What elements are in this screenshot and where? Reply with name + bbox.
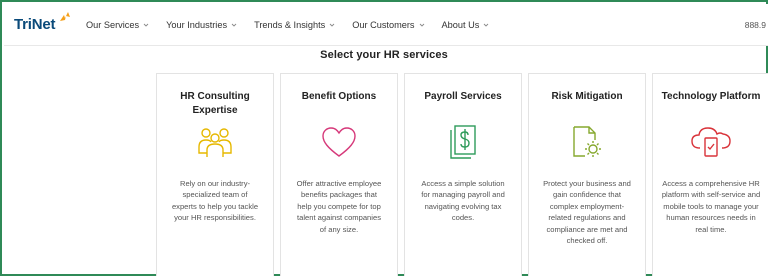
card-title: Payroll Services bbox=[424, 91, 502, 102]
nav-about-us[interactable]: About Us bbox=[442, 20, 490, 30]
card-benefit-options[interactable]: Benefit Options Offer attractive employe… bbox=[280, 73, 398, 276]
nav-label: Our Customers bbox=[352, 19, 415, 30]
chevron-down-icon bbox=[483, 23, 489, 27]
chevron-down-icon bbox=[419, 23, 424, 27]
page-frame: TriNet Our Services Your Industries Tren… bbox=[0, 0, 768, 276]
nav-label: About Us bbox=[441, 19, 480, 30]
nav-label: Trends & Insights bbox=[254, 19, 326, 30]
nav-your-industries[interactable]: Your Industries bbox=[166, 20, 237, 30]
card-icon-wrap bbox=[405, 124, 521, 160]
document-gear-icon bbox=[573, 126, 601, 157]
heart-icon bbox=[322, 127, 356, 157]
trinet-logo[interactable]: TriNet bbox=[14, 11, 78, 37]
logo-text: TriNet bbox=[14, 16, 56, 33]
nav-trends-insights[interactable]: Trends & Insights bbox=[254, 20, 335, 30]
card-icon-wrap bbox=[653, 124, 768, 160]
cloud-device-icon bbox=[691, 127, 731, 157]
top-navigation: TriNet Our Services Your Industries Tren… bbox=[4, 4, 768, 46]
card-title: HR Consulting Expertise bbox=[180, 91, 250, 116]
chevron-down-icon bbox=[329, 23, 335, 27]
card-hr-consulting[interactable]: HR Consulting Expertise Rely on our indu… bbox=[156, 73, 274, 276]
logo-flame-icon bbox=[60, 11, 70, 21]
chevron-down-icon bbox=[143, 23, 149, 27]
section-heading: Select your HR services bbox=[320, 49, 448, 61]
team-icon bbox=[198, 128, 232, 157]
nav-our-customers[interactable]: Our Customers bbox=[352, 20, 424, 30]
card-description: Offer attractive employee benefits packa… bbox=[296, 179, 382, 234]
card-title: Technology Platform bbox=[661, 91, 761, 102]
card-icon-wrap bbox=[281, 124, 397, 160]
phone-number[interactable]: 888.9 bbox=[745, 20, 766, 30]
nav-our-services[interactable]: Our Services bbox=[86, 20, 149, 30]
card-icon-wrap bbox=[529, 124, 645, 160]
card-description: Rely on our industry-specialized team of… bbox=[171, 179, 259, 223]
card-description: Access a comprehensive HR platform with … bbox=[661, 179, 761, 234]
nav-label: Your Industries bbox=[166, 19, 228, 30]
card-icon-wrap bbox=[157, 124, 273, 160]
card-title: Risk Mitigation bbox=[551, 91, 623, 102]
service-cards: HR Consulting Expertise Rely on our indu… bbox=[156, 73, 768, 276]
card-risk-mitigation[interactable]: Risk Mitigation Protect your business an… bbox=[528, 73, 646, 276]
card-payroll-services[interactable]: Payroll Services Access a simple solutio… bbox=[404, 73, 522, 276]
chevron-down-icon bbox=[231, 23, 237, 27]
nav-label: Our Services bbox=[86, 19, 140, 30]
main-nav: Our Services Your Industries Trends & In… bbox=[86, 4, 506, 45]
card-description: Protect your business and gain confidenc… bbox=[543, 179, 631, 246]
payroll-dollar-icon bbox=[450, 125, 476, 159]
card-technology-platform[interactable]: Technology Platform Access a comprehensi… bbox=[652, 73, 768, 276]
card-title: Benefit Options bbox=[301, 91, 377, 102]
card-description: Access a simple solution for managing pa… bbox=[421, 179, 505, 223]
